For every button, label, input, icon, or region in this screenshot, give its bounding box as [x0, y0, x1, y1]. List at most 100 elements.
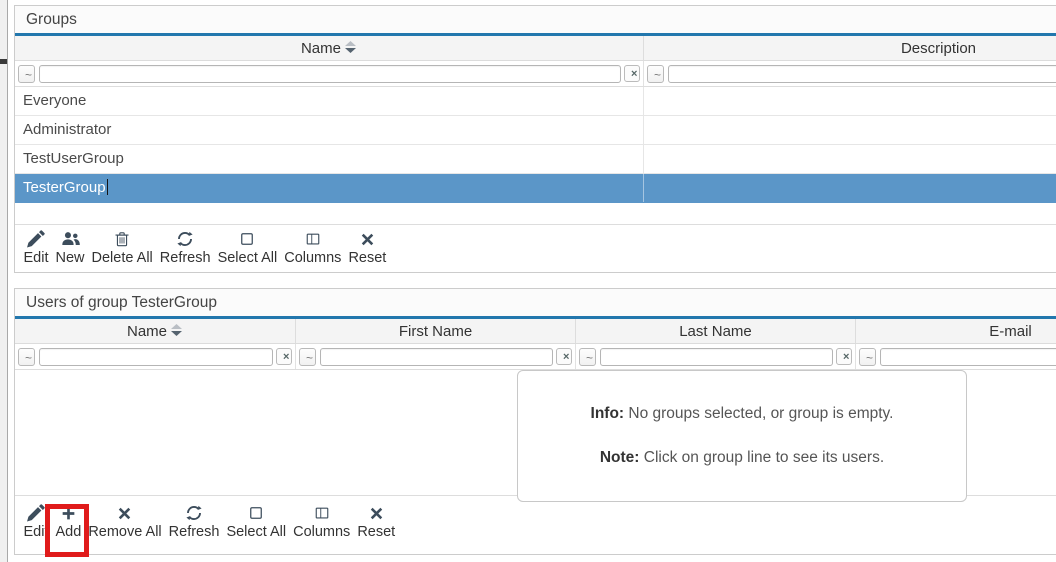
x-icon	[117, 503, 132, 523]
groups-table-empty-area	[15, 203, 1056, 224]
selected-group-name: TesterGroup	[23, 179, 106, 196]
info-box: Info: No groups selected, or group is em…	[517, 370, 967, 502]
users-name-filter-input[interactable]	[39, 348, 273, 366]
column-label: Last Name	[679, 323, 752, 340]
users-column-header-first-name[interactable]: First Name	[296, 319, 576, 343]
group-description-cell[interactable]	[644, 116, 1056, 144]
refresh-button[interactable]: Refresh	[165, 503, 223, 541]
filter-operator-button[interactable]: ~	[299, 348, 316, 366]
users-name-filter-cell: ~ ×	[15, 344, 296, 369]
users-first-name-filter-cell: ~ ×	[296, 344, 576, 369]
button-label: New	[56, 249, 85, 267]
users-filter-row: ~ × ~ × ~ × ~	[15, 344, 1056, 370]
column-label: E-mail	[989, 323, 1032, 340]
column-label: Description	[901, 40, 976, 57]
users-column-header-email[interactable]: E-mail	[856, 319, 1056, 343]
group-name-cell[interactable]: Administrator	[15, 116, 644, 144]
reset-button[interactable]: Reset	[354, 503, 399, 541]
groups-filter-row: ~ × ~	[15, 61, 1056, 87]
new-button[interactable]: New	[52, 229, 88, 267]
column-label: Name	[127, 323, 167, 340]
users-last-name-filter-input[interactable]	[600, 348, 833, 366]
group-description-cell[interactable]	[644, 145, 1056, 173]
button-label: Columns	[293, 523, 350, 541]
filter-operator-button[interactable]: ~	[18, 348, 35, 366]
note-text: Click on group line to see its users.	[639, 449, 884, 466]
columns-icon	[304, 229, 322, 249]
button-label: Refresh	[169, 523, 220, 541]
groups-toolbar: Edit New Delete All Refresh Select All C…	[15, 224, 1056, 272]
clear-filter-icon[interactable]: ×	[556, 348, 572, 365]
table-row[interactable]: Administrator	[15, 116, 1056, 145]
select-all-button[interactable]: Select All	[214, 229, 281, 267]
pencil-icon	[27, 503, 45, 523]
groups-description-filter-cell: ~	[644, 61, 1056, 86]
edit-button[interactable]: Edit	[20, 229, 52, 267]
group-description-cell[interactable]	[644, 87, 1056, 115]
groups-column-header-description[interactable]: Description	[644, 36, 1056, 60]
table-row[interactable]: Everyone	[15, 87, 1056, 116]
filter-operator-button[interactable]: ~	[859, 348, 876, 366]
users-column-header-last-name[interactable]: Last Name	[576, 319, 856, 343]
clear-filter-icon[interactable]: ×	[624, 65, 640, 82]
text-caret	[107, 179, 109, 195]
group-description-cell[interactable]	[644, 174, 1056, 202]
select-all-button[interactable]: Select All	[223, 503, 290, 541]
note-message: Note: Click on group line to see its use…	[600, 449, 884, 467]
columns-button[interactable]: Columns	[290, 503, 354, 541]
info-message: Info: No groups selected, or group is em…	[591, 405, 894, 423]
users-email-filter-input[interactable]	[880, 348, 1056, 366]
filter-operator-button[interactable]: ~	[579, 348, 596, 366]
button-label: Remove All	[88, 523, 161, 541]
users-column-header-name[interactable]: Name	[15, 319, 296, 343]
group-name-cell[interactable]: TestUserGroup	[15, 145, 644, 173]
users-icon	[60, 229, 81, 249]
groups-header-row: Name Description	[15, 36, 1056, 61]
users-panel-title: Users of group TesterGroup	[15, 289, 1056, 316]
left-panel-splitter[interactable]	[0, 0, 8, 562]
filter-operator-button[interactable]: ~	[18, 65, 35, 83]
groups-panel-title: Groups	[15, 6, 1056, 33]
sort-icon	[344, 40, 357, 58]
remove-all-button[interactable]: Remove All	[85, 503, 165, 541]
users-first-name-filter-input[interactable]	[320, 348, 553, 366]
splitter-grip-icon[interactable]	[0, 59, 7, 64]
x-icon	[360, 229, 375, 249]
group-name-cell[interactable]: TesterGroup	[15, 174, 644, 202]
groups-column-header-name[interactable]: Name	[15, 36, 644, 60]
pencil-icon	[27, 229, 45, 249]
column-label: Name	[301, 40, 341, 57]
button-label: Select All	[226, 523, 286, 541]
columns-icon	[313, 503, 331, 523]
table-row-selected[interactable]: TesterGroup	[15, 174, 1056, 203]
button-label: Refresh	[160, 249, 211, 267]
groups-panel: Groups Name Description ~ × ~	[14, 5, 1056, 273]
delete-all-button[interactable]: Delete All	[88, 229, 156, 267]
users-email-filter-cell: ~	[856, 344, 1056, 369]
reset-button[interactable]: Reset	[345, 229, 390, 267]
groups-name-filter-input[interactable]	[39, 65, 621, 83]
filter-operator-button[interactable]: ~	[647, 65, 664, 83]
group-name-cell[interactable]: Everyone	[15, 87, 644, 115]
button-label: Select All	[218, 249, 278, 267]
users-panel: Users of group TesterGroup Name First Na…	[14, 288, 1056, 555]
clear-filter-icon[interactable]: ×	[276, 348, 292, 365]
info-text: No groups selected, or group is empty.	[624, 405, 893, 422]
groups-description-filter-input[interactable]	[668, 65, 1056, 83]
groups-management-screen: Groups Name Description ~ × ~	[0, 0, 1056, 562]
trash-icon	[114, 229, 130, 249]
refresh-button[interactable]: Refresh	[156, 229, 214, 267]
clear-filter-icon[interactable]: ×	[836, 348, 852, 365]
annotation-highlight-add-button	[45, 504, 89, 557]
users-last-name-filter-cell: ~ ×	[576, 344, 856, 369]
users-toolbar: Edit Add Remove All Refresh Select All C…	[15, 495, 1056, 554]
button-label: Edit	[24, 249, 49, 267]
refresh-icon	[185, 503, 203, 523]
info-label: Info:	[591, 405, 625, 422]
note-label: Note:	[600, 449, 640, 466]
users-header-row: Name First Name Last Name E-mail	[15, 319, 1056, 344]
table-row[interactable]: TestUserGroup	[15, 145, 1056, 174]
x-icon	[369, 503, 384, 523]
columns-button[interactable]: Columns	[281, 229, 345, 267]
checkbox-icon	[239, 229, 255, 249]
